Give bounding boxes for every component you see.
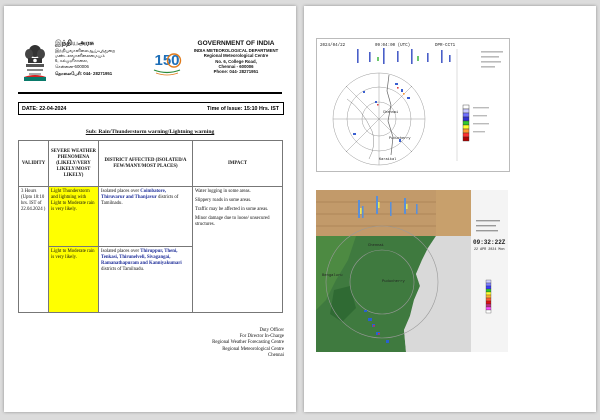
tamil-address-block: இந்தியஅரசு இந்தியவானிலைஆய்வுத்துறை மண்டல…	[55, 40, 135, 76]
radar2-label: Bengaluru	[322, 273, 343, 278]
radar1-label: Chennai	[383, 110, 398, 115]
district-suffix: districts of Tamilnadu.	[101, 266, 145, 272]
radar1-time: 09:04:00 (UTC)	[375, 43, 410, 48]
tamil-line: சென்னை-600006	[55, 63, 89, 69]
impact-cell: Water logging in some areas. Slippery ro…	[192, 186, 283, 313]
radar-page: 2024/04/22 09:04:00 (UTC) DPR-CC71 Chenn…	[304, 6, 596, 412]
radar2-label: Chennai	[368, 243, 385, 248]
warning-title: Sub: Rain/Thunderstorm warning/Lightning…	[85, 129, 215, 135]
radar1-label: Puducherry	[389, 136, 411, 141]
phenomena-cell: Light Thunderstorm and lightning with Li…	[48, 186, 99, 247]
org-name: GOVERNMENT OF INDIA	[197, 40, 275, 47]
letterhead: இந்தியஅரசு இந்தியவானிலைஆய்வுத்துறை மண்டல…	[18, 40, 282, 86]
impact-item: Slippery roads in some areas.	[195, 197, 252, 203]
header-district: DISTRICT AFFECTED (ISOLATED/A FEW/MANY/M…	[98, 140, 193, 187]
warning-page: இந்தியஅரசு இந்தியவானிலைஆய்வுத்துறை மண்டல…	[4, 6, 296, 412]
national-emblem-icon	[20, 42, 50, 82]
issue-time: Time of Issue: 15:10 Hrs. IST	[206, 105, 279, 112]
radar-image-chennai: 2024/04/22 09:04:00 (UTC) DPR-CC71 Chenn…	[316, 38, 510, 172]
radar1-date: 2024/04/22	[320, 43, 346, 48]
tamil-org-name: இந்தியஅரசு	[55, 40, 94, 47]
radar2-label: Puducherry	[382, 279, 406, 284]
radar1-label: Karaikal	[379, 157, 396, 162]
radar2-date: 22 APR 2024 Mon	[474, 248, 505, 252]
issue-bar: DATE: 22-04-2024 Time of Issue: 15:10 Hr…	[18, 102, 284, 115]
imd-150-years-logo: 150	[153, 52, 182, 76]
district-cell: Isolated places over Thiruppur, Theni, T…	[98, 246, 193, 313]
warning-table: VALIDITY SEVERE WEATHER PHENOMENA (LIKEL…	[18, 140, 283, 313]
header-impact: IMPACT	[192, 140, 283, 187]
district-prefix: Isolated places over	[101, 188, 140, 194]
header-validity: VALIDITY	[18, 140, 49, 187]
validity-cell: 3 Hours (Upto 18:10 hrs. IST of 22.04.20…	[18, 186, 49, 313]
table-row: 3 Hours (Upto 18:10 hrs. IST of 22.04.20…	[18, 186, 283, 313]
district-cell: Isolated places over Coimbatore, Thiruva…	[98, 186, 193, 247]
signature-block: Duty Officer For Director In-Charge Regi…	[144, 328, 284, 359]
signature-line: Chennai	[268, 352, 284, 358]
impact-item: Traffic may be affected in some areas.	[195, 206, 269, 212]
phone-line: Phone: 044- 28271951	[213, 69, 259, 75]
header-divider	[18, 92, 282, 94]
radar1-code: DPR-CC71	[435, 44, 456, 48]
district-prefix: Isolated places over	[101, 248, 140, 254]
header-phenomena: SEVERE WEATHER PHENOMENA (LIKELY/VERY LI…	[48, 140, 99, 187]
tamil-phone: தொலைபேசி: 044- 28271951	[55, 70, 113, 76]
radar2-time: 09:32:22Z	[473, 239, 506, 246]
impact-item: Water logging in some areas.	[195, 188, 251, 194]
english-address-block: GOVERNMENT OF INDIA INDIA METEOROLOGICAL…	[188, 40, 284, 74]
issue-date: DATE: 22-04-2024	[22, 105, 67, 112]
impact-item: Minor damage due to loose/ unsecured str…	[195, 215, 270, 227]
radar-image-composite: Chennai Bengaluru Puducherry 09:32:22Z 2…	[316, 190, 508, 352]
phenomena-cell: Light to Moderate rain is very likely.	[48, 246, 99, 313]
